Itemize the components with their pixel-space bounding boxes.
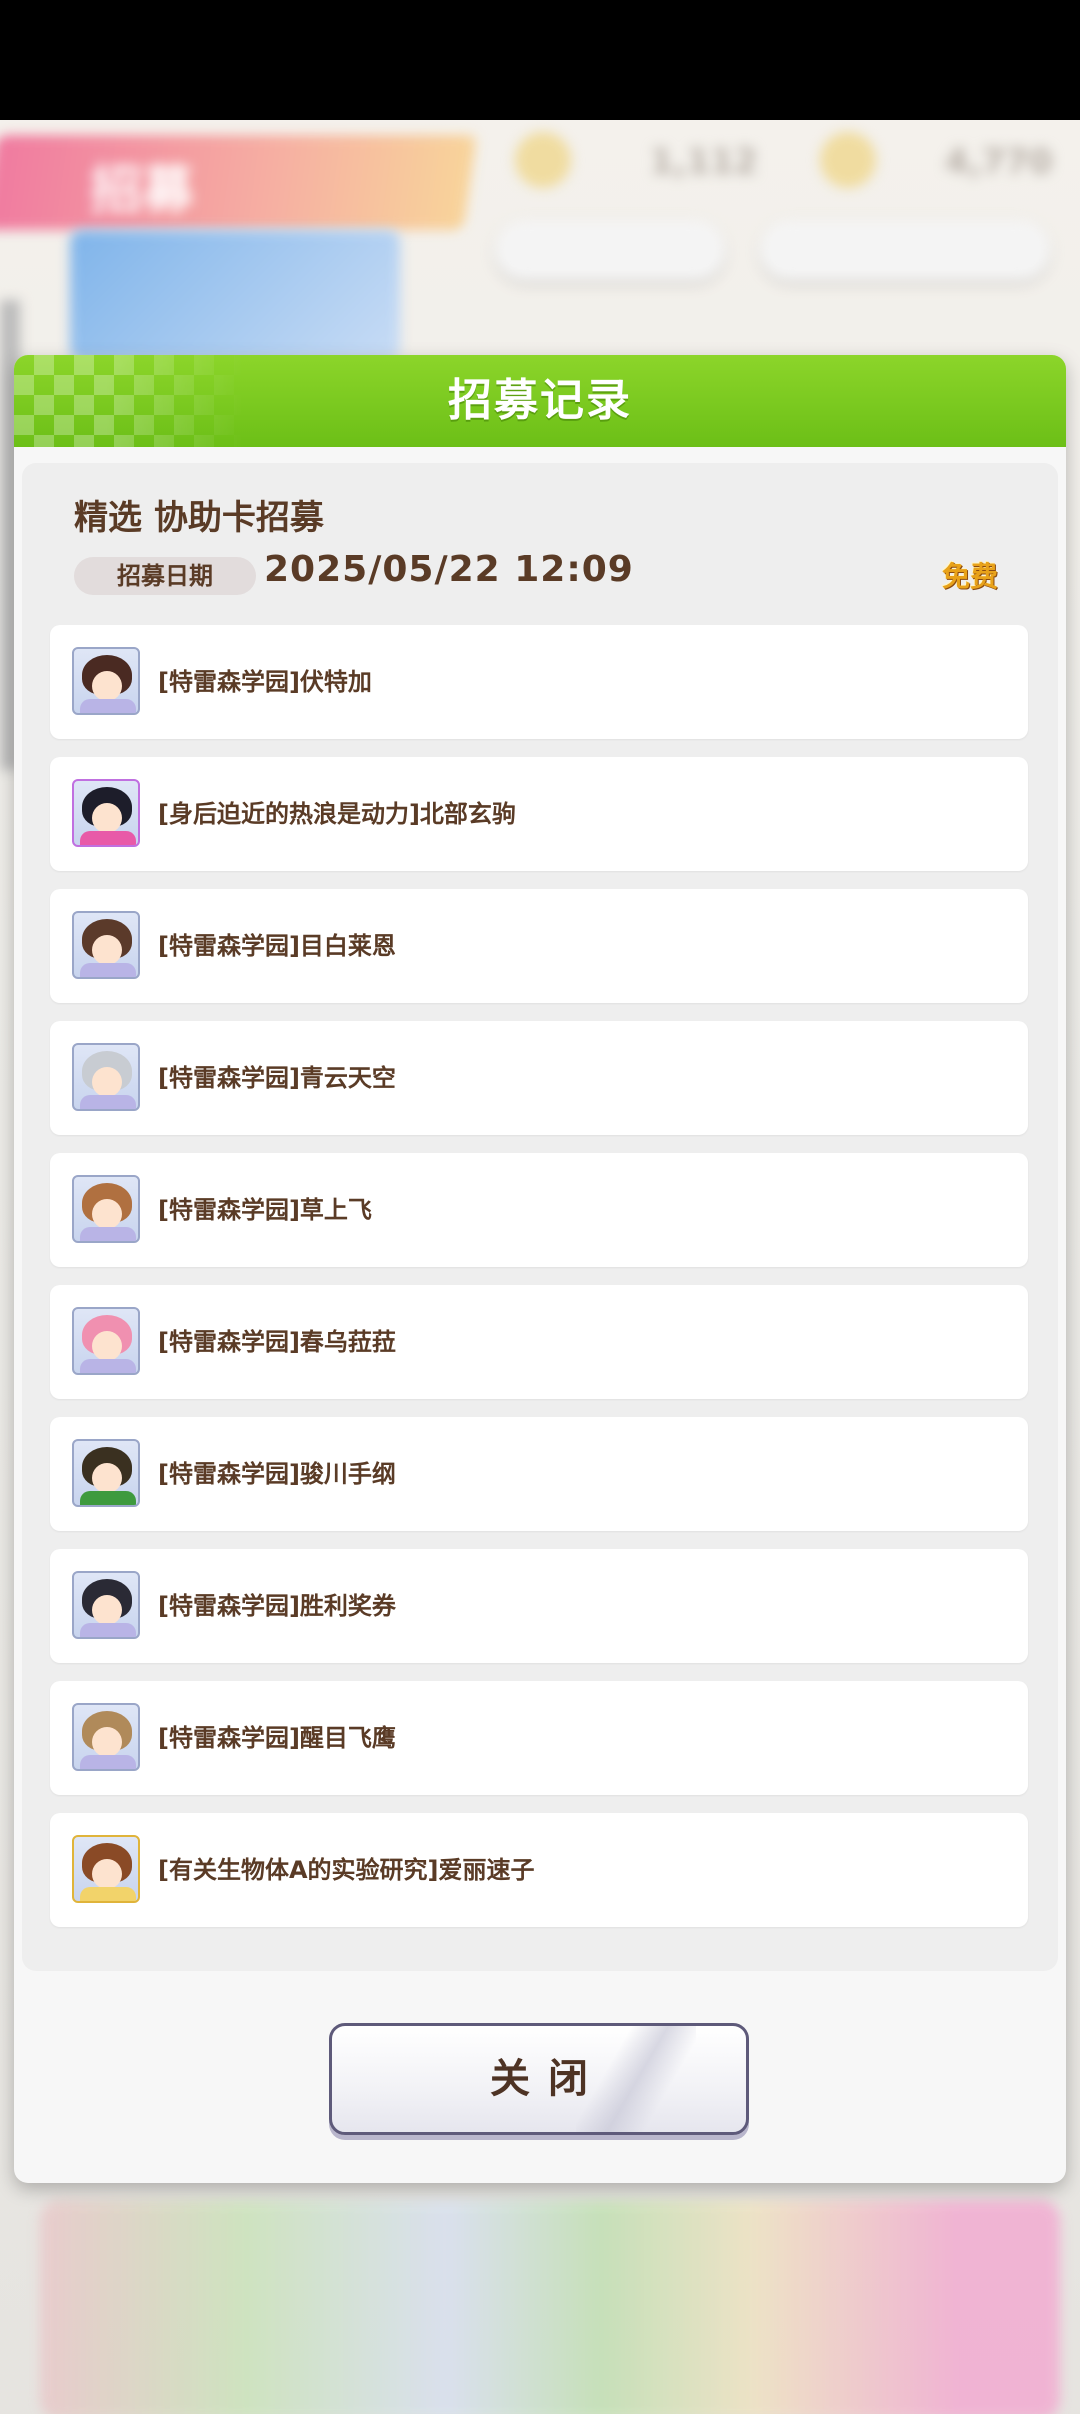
character-face — [92, 1199, 122, 1229]
support-card-icon — [72, 647, 140, 715]
character-outfit — [80, 963, 136, 977]
background-banner-text: 招募 — [90, 161, 195, 221]
recruit-history-dialog: 招募记录 精选 协助卡招募 招募日期 2025/05/22 12:09 免费 [… — [14, 355, 1066, 2183]
support-card-icon — [72, 1043, 140, 1111]
background-button — [760, 220, 1050, 280]
record-row[interactable]: [特雷森学园]醒目飞鹰 — [50, 1681, 1028, 1795]
record-row[interactable]: [特雷森学园]伏特加 — [50, 625, 1028, 739]
currency-icon — [515, 132, 571, 188]
character-outfit — [80, 1623, 136, 1637]
character-face — [92, 1463, 122, 1493]
support-card-icon — [72, 911, 140, 979]
support-card-icon — [72, 1307, 140, 1375]
record-name: [身后迫近的热浪是动力]北部玄驹 — [158, 800, 516, 828]
character-outfit — [80, 1095, 136, 1109]
record-name: [特雷森学园]胜利奖券 — [158, 1592, 396, 1620]
character-outfit — [80, 1227, 136, 1241]
dialog-header: 招募记录 — [14, 355, 1066, 447]
record-name: [有关生物体A的实验研究]爱丽速子 — [158, 1856, 535, 1884]
close-button-label: 关闭 — [490, 2056, 606, 2102]
record-row[interactable]: [特雷森学园]目白莱恩 — [50, 889, 1028, 1003]
currency-amount: 4,770 — [945, 142, 1053, 182]
record-row[interactable]: [特雷森学园]胜利奖券 — [50, 1549, 1028, 1663]
character-face — [92, 803, 122, 833]
character-outfit — [80, 831, 136, 845]
character-outfit — [80, 1491, 136, 1505]
currency-icon — [820, 132, 876, 188]
support-card-icon — [72, 1175, 140, 1243]
currency-amount: 1,112 — [650, 142, 758, 182]
support-card-icon — [72, 1571, 140, 1639]
record-name: [特雷森学园]骏川手纲 — [158, 1460, 396, 1488]
record-row[interactable]: [特雷森学园]春乌菈菈 — [50, 1285, 1028, 1399]
background-bottom-menu — [40, 2200, 1060, 2414]
character-face — [92, 1067, 122, 1097]
record-name: [特雷森学园]目白莱恩 — [158, 932, 396, 960]
free-badge: 免费 — [942, 560, 999, 593]
support-card-icon — [72, 1835, 140, 1903]
record-name: [特雷森学园]草上飞 — [158, 1196, 372, 1224]
support-card-icon — [72, 1439, 140, 1507]
character-outfit — [80, 1359, 136, 1373]
support-card-icon — [72, 1703, 140, 1771]
character-face — [92, 1331, 122, 1361]
character-outfit — [80, 699, 136, 713]
record-row[interactable]: [特雷森学园]草上飞 — [50, 1153, 1028, 1267]
character-outfit — [80, 1755, 136, 1769]
record-name: [特雷森学园]春乌菈菈 — [158, 1328, 396, 1356]
status-bar — [0, 0, 1080, 120]
background-button — [495, 220, 725, 280]
character-face — [92, 1727, 122, 1757]
recruit-date: 2025/05/22 12:09 — [264, 549, 634, 590]
character-face — [92, 1859, 122, 1889]
pull-title: 精选 协助卡招募 — [74, 498, 324, 538]
character-face — [92, 1595, 122, 1625]
record-row[interactable]: [身后迫近的热浪是动力]北部玄驹 — [50, 757, 1028, 871]
character-face — [92, 935, 122, 965]
record-list[interactable]: [特雷森学园]伏特加 [身后迫近的热浪是动力]北部玄驹 [特雷森学园]目白莱恩 [特雷… — [50, 625, 1028, 1945]
record-name: [特雷森学园]醒目飞鹰 — [158, 1724, 396, 1752]
support-card-icon — [72, 779, 140, 847]
record-name: [特雷森学园]青云天空 — [158, 1064, 396, 1092]
date-label-badge: 招募日期 — [74, 557, 256, 595]
background-poster — [70, 230, 400, 360]
character-face — [92, 671, 122, 701]
close-button[interactable]: 关闭 — [329, 2023, 749, 2135]
record-row[interactable]: [有关生物体A的实验研究]爱丽速子 — [50, 1813, 1028, 1927]
character-outfit — [80, 1887, 136, 1901]
dialog-title: 招募记录 — [448, 375, 632, 426]
background-banner — [0, 135, 477, 230]
record-name: [特雷森学园]伏特加 — [158, 668, 372, 696]
record-row[interactable]: [特雷森学园]青云天空 — [50, 1021, 1028, 1135]
record-row[interactable]: [特雷森学园]骏川手纲 — [50, 1417, 1028, 1531]
